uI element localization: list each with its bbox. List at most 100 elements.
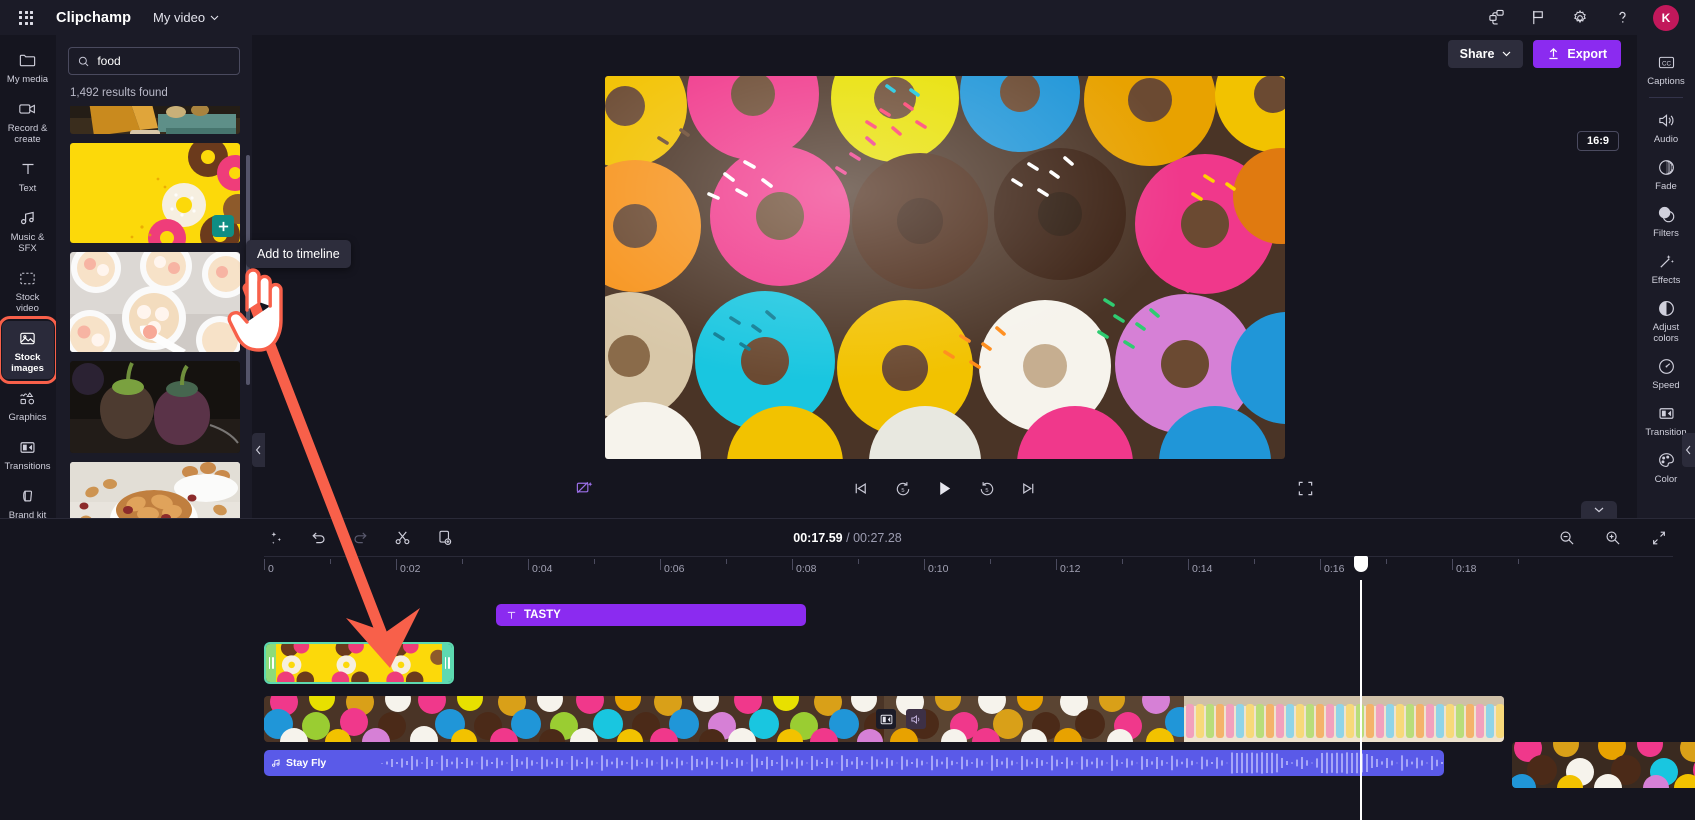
forward-5s-icon[interactable]: 5 xyxy=(975,477,999,501)
sidebar-item-record-create[interactable]: Record & create xyxy=(2,92,54,150)
left-tool-rail: My media Record & create Text Music & SF… xyxy=(0,35,58,521)
video-camera-icon xyxy=(18,99,38,119)
sidebar-item-graphics[interactable]: Graphics xyxy=(2,381,54,428)
export-button[interactable]: Export xyxy=(1533,39,1621,68)
rail-label: Captions xyxy=(1647,76,1685,87)
chevron-down-icon xyxy=(210,15,219,20)
text-clip[interactable]: TASTY xyxy=(496,604,806,626)
speedometer-icon xyxy=(1656,356,1676,376)
audio-clip-label-group: Stay Fly xyxy=(264,757,326,769)
folder-icon xyxy=(18,50,38,70)
gear-icon[interactable] xyxy=(1569,7,1591,29)
video-clip[interactable] xyxy=(264,696,1504,742)
rail-item-speed[interactable]: Speed xyxy=(1639,349,1693,395)
auto-fit-icon[interactable] xyxy=(572,477,596,501)
flag-icon[interactable] xyxy=(1527,7,1549,29)
rail-item-captions[interactable]: CC Captions xyxy=(1639,45,1693,91)
aspect-ratio-badge[interactable]: 16:9 xyxy=(1576,131,1619,151)
sidebar-item-stock-images[interactable]: Stock images xyxy=(0,316,58,384)
speaker-icon xyxy=(1656,110,1676,130)
help-icon[interactable] xyxy=(1611,7,1633,29)
duplicate-icon[interactable] xyxy=(432,526,456,550)
mute-badge[interactable] xyxy=(906,709,926,729)
project-name-dropdown[interactable]: My video xyxy=(153,10,219,25)
sidebar-label: My media xyxy=(6,74,49,85)
sidebar-label: Record & create xyxy=(7,123,48,145)
search-icon xyxy=(78,56,89,66)
image-icon xyxy=(18,328,38,348)
film-strip-icon xyxy=(18,268,38,288)
stage-actions: Share Export xyxy=(252,35,1637,72)
sidebar-item-transitions[interactable]: Transitions xyxy=(2,430,54,477)
rail-item-effects[interactable]: Effects xyxy=(1639,244,1693,290)
app-launcher-button[interactable] xyxy=(10,0,42,35)
sidebar-item-music-sfx[interactable]: Music & SFX xyxy=(2,201,54,259)
image-clip[interactable] xyxy=(264,642,454,684)
stock-images-panel: 1,492 results found xyxy=(56,35,252,518)
stock-image-item[interactable] xyxy=(70,361,240,453)
skip-to-end-icon[interactable] xyxy=(1017,477,1041,501)
share-button[interactable]: Share xyxy=(1447,39,1524,68)
search-input[interactable] xyxy=(97,54,230,68)
fullscreen-icon[interactable] xyxy=(1293,477,1317,501)
filters-icon xyxy=(1656,204,1676,224)
stock-image-item[interactable] xyxy=(70,462,240,518)
sidebar-label: Transitions xyxy=(4,461,51,472)
video-preview[interactable] xyxy=(604,76,1285,460)
share-label: Share xyxy=(1459,46,1495,61)
magic-wand-icon[interactable] xyxy=(264,526,288,550)
top-bar-actions: K xyxy=(1485,4,1685,31)
waffle-icon xyxy=(19,10,33,25)
zoom-out-icon[interactable] xyxy=(1555,526,1579,550)
current-time: 00:17.59 xyxy=(793,530,843,545)
sidebar-item-stock-video[interactable]: Stock video xyxy=(2,261,54,319)
thumbnail-image xyxy=(70,462,240,518)
music-note-icon xyxy=(272,759,280,767)
timeline-expand-button[interactable] xyxy=(1581,501,1617,518)
redo-icon[interactable] xyxy=(348,526,372,550)
playhead[interactable] xyxy=(1354,556,1368,820)
rail-label: Color xyxy=(1654,474,1678,485)
rail-label: Speed xyxy=(1652,380,1680,391)
sidebar-label: Text xyxy=(18,183,37,194)
thumbnail-image xyxy=(70,252,240,352)
collapse-right-panel-button[interactable] xyxy=(1682,433,1695,467)
rewind-5s-icon[interactable]: 5 xyxy=(891,477,915,501)
rail-label: Filters xyxy=(1653,228,1679,239)
transport-controls: 5 5 xyxy=(849,477,1041,501)
preview-frame-donuts xyxy=(604,76,1285,460)
adjust-colors-icon xyxy=(1656,298,1676,318)
stock-image-item[interactable] xyxy=(70,252,240,352)
rail-item-audio[interactable]: Audio xyxy=(1639,103,1693,149)
sidebar-item-my-media[interactable]: My media xyxy=(2,43,54,90)
split-icon[interactable] xyxy=(390,526,414,550)
skip-to-start-icon[interactable] xyxy=(849,477,873,501)
rail-item-fade[interactable]: Fade xyxy=(1639,150,1693,196)
timeline-track-text: TASTY xyxy=(264,604,1673,630)
captions-icon: CC xyxy=(1656,52,1676,72)
audio-clip[interactable]: Stay Fly xyxy=(264,750,1444,776)
stock-image-item-donuts-yellow[interactable] xyxy=(70,143,240,243)
fit-to-screen-icon[interactable] xyxy=(1647,526,1671,550)
zoom-in-icon[interactable] xyxy=(1601,526,1625,550)
timeline-track-image xyxy=(264,642,1673,688)
play-button[interactable] xyxy=(933,477,957,501)
rail-item-filters[interactable]: Filters xyxy=(1639,197,1693,243)
share-nodes-icon[interactable] xyxy=(1485,7,1507,29)
sidebar-item-text[interactable]: Text xyxy=(2,152,54,199)
add-to-timeline-button[interactable] xyxy=(212,215,234,237)
fullscreen-control xyxy=(1293,477,1317,501)
avatar[interactable]: K xyxy=(1653,4,1679,31)
search-box[interactable] xyxy=(68,47,240,75)
chevron-left-icon xyxy=(255,445,261,455)
timeline-ruler[interactable]: 0 0:02 0:04 0:06 0:08 0:10 0:12 0:14 0:1… xyxy=(264,556,1673,580)
stock-image-item[interactable] xyxy=(70,106,240,134)
transition-badge[interactable] xyxy=(876,709,896,729)
trim-handle-right[interactable] xyxy=(442,644,452,682)
collapse-panel-button[interactable] xyxy=(252,433,265,467)
undo-icon[interactable] xyxy=(306,526,330,550)
sidebar-label: Stock video xyxy=(15,292,40,314)
rail-item-adjust-colors[interactable]: Adjust colors xyxy=(1639,291,1693,348)
playhead-handle[interactable] xyxy=(1354,556,1368,572)
trim-handle-left[interactable] xyxy=(266,644,276,682)
